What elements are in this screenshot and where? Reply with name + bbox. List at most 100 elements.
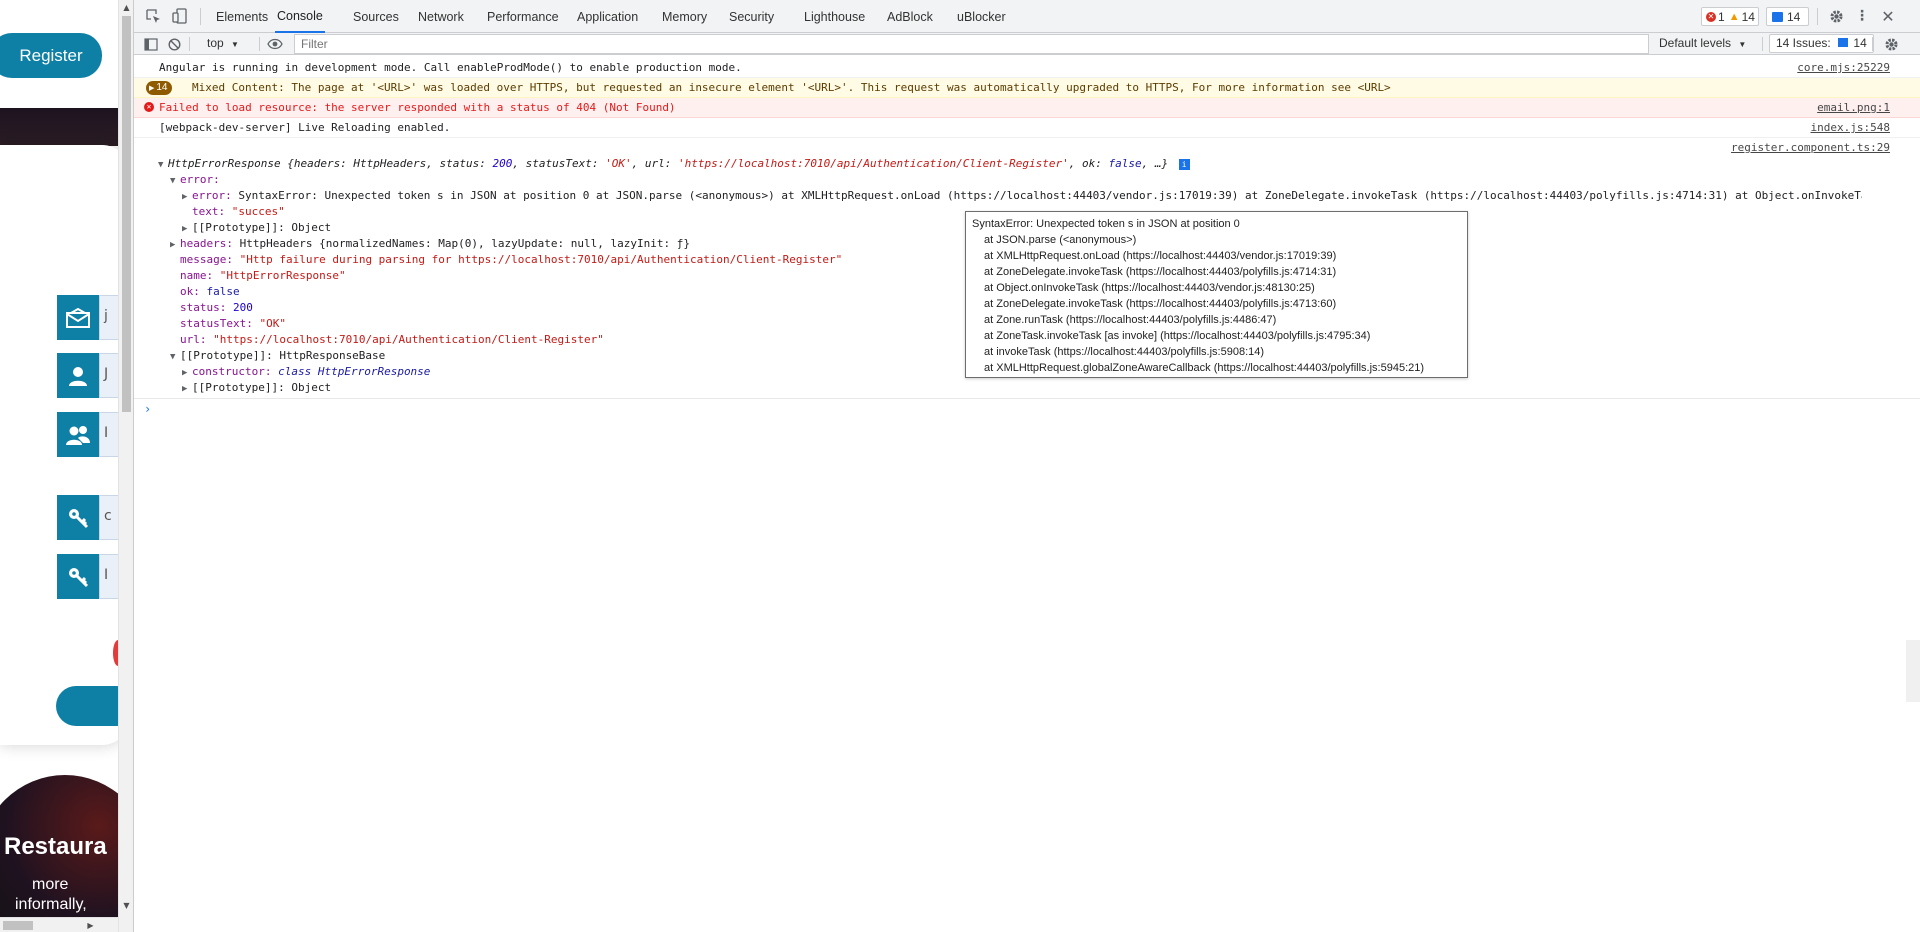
- message-source-link[interactable]: core.mjs:25229: [1797, 61, 1890, 74]
- message-source-link[interactable]: register.component.ts:29: [1731, 141, 1890, 154]
- info-count: 14: [1787, 9, 1801, 24]
- console-message: [webpack-dev-server] Live Reloading enab…: [134, 118, 1920, 138]
- tab-console[interactable]: Console: [275, 0, 325, 33]
- scrollbar-thumb[interactable]: [3, 921, 33, 930]
- tooltip-line: at ZoneTask.invokeTask [as invoke] (http…: [984, 330, 1371, 342]
- devtools-panel: Elements Console Sources Network Perform…: [133, 0, 1920, 932]
- info-counter[interactable]: 14: [1766, 7, 1809, 26]
- device-toolbar-icon[interactable]: [170, 7, 188, 25]
- tab-network[interactable]: Network: [418, 0, 464, 33]
- log-levels-dropdown[interactable]: Default levels ▼: [1659, 36, 1746, 50]
- prop-statustext: statusText: "OK": [180, 317, 286, 330]
- badge-count: 14: [156, 82, 168, 93]
- tooltip-line: at ZoneDelegate.invokeTask (https://loca…: [984, 298, 1337, 310]
- object-summary[interactable]: ▼ HttpErrorResponse {headers: HttpHeaders…: [158, 157, 1190, 170]
- tab-sources[interactable]: Sources: [353, 0, 399, 33]
- close-icon[interactable]: ✕: [1879, 7, 1897, 26]
- scroll-right-arrow-icon[interactable]: ▶: [83, 918, 98, 932]
- tab-memory[interactable]: Memory: [662, 0, 707, 33]
- prop-prototype[interactable]: ▶ [[Prototype]]: Object: [182, 221, 331, 234]
- prop-prototype-object[interactable]: ▶ [[Prototype]]: Object: [182, 381, 331, 394]
- prop-headers[interactable]: ▶ headers: HttpHeaders {normalizedNames: …: [170, 237, 690, 250]
- expand-triangle-icon[interactable]: ▼: [158, 160, 168, 170]
- gear-icon[interactable]: [1827, 7, 1845, 25]
- tab-ublocker[interactable]: uBlocker: [957, 0, 1006, 33]
- prop-prototype-base[interactable]: ▼ [[Prototype]]: HttpResponseBase: [170, 349, 385, 362]
- error-warning-counter[interactable]: ✕ 1 ▲ 14: [1701, 7, 1759, 26]
- toolbar-divider: [1817, 8, 1818, 25]
- restaurant-text: informally,: [15, 896, 87, 913]
- message-text: Mixed Content: The page at '<URL>' was l…: [192, 81, 1391, 94]
- horizontal-scrollbar[interactable]: ▶: [0, 917, 118, 932]
- devtools-tab-bar: Elements Console Sources Network Perform…: [134, 0, 1920, 33]
- console-message: Angular is running in development mode. …: [134, 58, 1920, 78]
- chevron-down-icon: ▼: [231, 40, 239, 49]
- scroll-down-arrow-icon[interactable]: ▼: [119, 898, 134, 912]
- stack-trace-tooltip: SyntaxError: Unexpected token s in JSON …: [965, 211, 1468, 378]
- page-viewport: Register j J I c I Restaura more informa…: [0, 0, 118, 932]
- expand-triangle-icon[interactable]: ▶: [182, 368, 192, 378]
- expand-triangle-icon[interactable]: ▶: [170, 240, 180, 250]
- scroll-up-arrow-icon[interactable]: ▲: [119, 0, 134, 14]
- submit-button[interactable]: [56, 686, 118, 726]
- expand-triangle-icon[interactable]: ▶: [182, 384, 192, 394]
- password-field-row[interactable]: c: [57, 495, 118, 540]
- tooltip-line: at Object.onInvokeTask (https://localhos…: [984, 282, 1315, 294]
- expand-triangle-icon[interactable]: ▼: [170, 352, 180, 362]
- sidebar-toggle-icon[interactable]: [142, 35, 160, 53]
- filter-input[interactable]: Filter: [294, 34, 1649, 54]
- tab-elements[interactable]: Elements: [216, 0, 268, 33]
- context-selector[interactable]: top ▼: [207, 36, 239, 50]
- confirm-password-field[interactable]: I: [99, 554, 118, 599]
- message-text: [webpack-dev-server] Live Reloading enab…: [159, 121, 451, 134]
- fullname-field[interactable]: I: [99, 412, 118, 457]
- page-vertical-scrollbar[interactable]: ▲ ▼: [118, 0, 133, 932]
- tab-application[interactable]: Application: [577, 0, 638, 33]
- error-count: 1: [1718, 9, 1725, 24]
- fullname-field-row[interactable]: I: [57, 412, 118, 457]
- eye-icon[interactable]: [266, 35, 284, 53]
- console-toolbar: top ▼ Filter Default levels ▼ 14 Issues:…: [134, 33, 1920, 55]
- console-warning: ▶ 14 Mixed Content: The page at '<URL>' …: [134, 78, 1920, 98]
- prop-constructor[interactable]: ▶ constructor: class HttpErrorResponse: [182, 365, 430, 378]
- scrollbar-thumb[interactable]: [122, 16, 131, 412]
- clear-console-icon[interactable]: [165, 35, 183, 53]
- message-source-link[interactable]: index.js:548: [1811, 121, 1890, 134]
- console-output: Angular is running in development mode. …: [134, 56, 1920, 932]
- warning-count-badge[interactable]: ▶ 14: [146, 81, 173, 95]
- tab-lighthouse[interactable]: Lighthouse: [804, 0, 865, 33]
- inspect-element-icon[interactable]: [144, 7, 162, 25]
- resize-handle[interactable]: [1906, 640, 1920, 702]
- key-icon: [57, 554, 99, 599]
- issues-label: 14 Issues:: [1776, 36, 1831, 50]
- tab-adblock[interactable]: AdBlock: [887, 0, 933, 33]
- warning-icon: ▲: [1728, 10, 1740, 23]
- tab-performance[interactable]: Performance: [487, 0, 559, 33]
- info-icon: i: [1178, 159, 1190, 170]
- tab-security[interactable]: Security: [729, 0, 774, 33]
- expand-triangle-icon[interactable]: ▶: [182, 224, 192, 234]
- more-options-icon[interactable]: ⋮: [1853, 7, 1871, 25]
- confirm-password-field-row[interactable]: I: [57, 554, 118, 599]
- console-settings-gear-icon[interactable]: [1882, 35, 1900, 53]
- issues-button[interactable]: 14 Issues: 14: [1769, 34, 1874, 53]
- expand-triangle-icon[interactable]: ▼: [170, 176, 180, 186]
- prop-error[interactable]: ▼ error:: [170, 173, 220, 186]
- tooltip-line: at JSON.parse (<anonymous>): [984, 234, 1137, 246]
- email-field-row[interactable]: j: [57, 295, 118, 340]
- expand-triangle-icon[interactable]: ▶: [182, 192, 192, 202]
- console-prompt-chevron-icon[interactable]: ›: [144, 402, 151, 416]
- message-text: Angular is running in development mode. …: [159, 61, 742, 74]
- prop-inner-error[interactable]: ▶ error: SyntaxError: Unexpected token s …: [182, 189, 1862, 202]
- username-field-row[interactable]: J: [57, 353, 118, 398]
- header-band: [0, 108, 118, 146]
- chevron-down-icon: ▼: [1738, 40, 1747, 49]
- email-field[interactable]: j: [99, 295, 118, 340]
- prop-ok: ok: false: [180, 285, 240, 298]
- message-source-link[interactable]: email.png:1: [1817, 101, 1890, 114]
- username-field[interactable]: J: [99, 353, 118, 398]
- register-button[interactable]: Register: [0, 33, 102, 78]
- password-field[interactable]: c: [99, 495, 118, 540]
- tooltip-line: at Zone.runTask (https://localhost:44403…: [984, 314, 1277, 326]
- warning-count: 14: [1741, 9, 1755, 24]
